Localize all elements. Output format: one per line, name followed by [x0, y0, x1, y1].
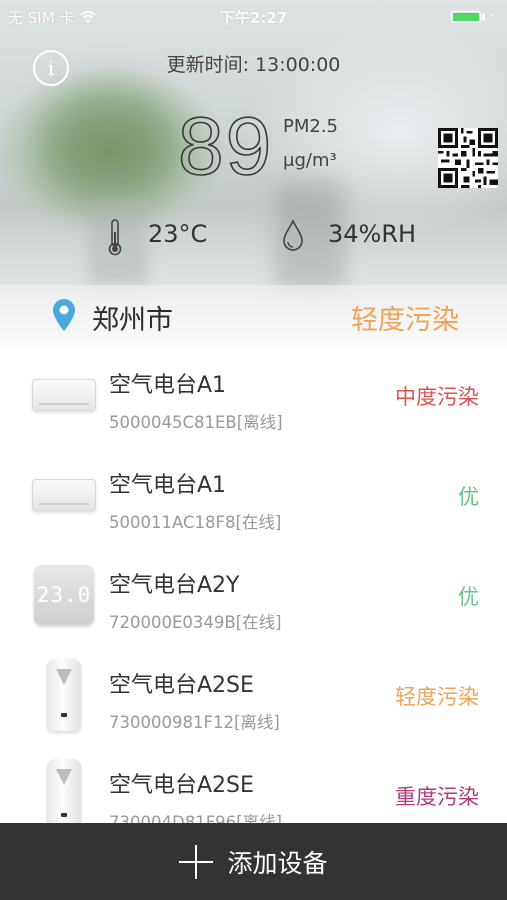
air-radio-a2se-image [47, 659, 81, 731]
humidity-value: 34%RH [328, 220, 417, 248]
pm25-label: PM2.5 [283, 116, 339, 137]
humidity-drop-icon [283, 219, 303, 251]
device-row[interactable]: 空气电台A2SE 730000981F12[离线] 轻度污染 [0, 645, 507, 745]
temperature-value: 23°C [148, 220, 208, 248]
device-name: 空气电台A1 [109, 473, 227, 498]
device-name: 空气电台A2Y [109, 573, 240, 598]
device-id: 5000045C81EB[离线] [109, 413, 283, 432]
clock-time: 下午2:27 [219, 8, 288, 27]
pm25-unit: μg/m³ [283, 150, 337, 171]
qr-code-icon[interactable] [438, 128, 498, 188]
battery-icon [451, 11, 481, 23]
device-name: 空气电台A1 [109, 373, 227, 398]
device-status: 中度污染 [395, 385, 479, 409]
charging-icon: ⚡ [488, 9, 497, 23]
device-id: 720000E0349B[在线] [109, 613, 282, 632]
air-radio-a1-image [32, 379, 96, 411]
device-name: 空气电台A2SE [109, 673, 254, 698]
pollution-level: 轻度污染 [351, 305, 459, 336]
device-id: 730000981F12[离线] [109, 713, 280, 732]
air-radio-a1-image [32, 479, 96, 511]
add-device-label: 添加设备 [227, 848, 328, 878]
device-status: 轻度污染 [395, 685, 479, 709]
plus-icon [179, 844, 214, 879]
device-row[interactable]: 23.0 空气电台A2Y 720000E0349B[在线] 优 [0, 545, 507, 645]
device-status: 重度污染 [395, 785, 479, 809]
add-device-button[interactable]: 添加设备 [0, 823, 507, 900]
device-id: 730004D81F96[离线] [109, 813, 283, 823]
device-list: 空气电台A1 5000045C81EB[离线] 中度污染 空气电台A1 5000… [0, 345, 507, 823]
location-pin-icon [53, 299, 75, 331]
device-status: 优 [458, 485, 479, 509]
air-radio-a2y-image: 23.0 [34, 565, 94, 625]
device-row[interactable]: 空气电台A1 5000045C81EB[离线] 中度污染 [0, 345, 507, 445]
device-id: 500011AC18F8[在线] [109, 513, 282, 532]
status-bar: 无 SIM 卡 下午2:27 ⚡ [8, 4, 499, 30]
air-radio-a2se-image [47, 759, 81, 823]
city-name[interactable]: 郑州市 [92, 298, 173, 337]
device-row[interactable]: 空气电台A2SE 730004D81F96[离线] 重度污染 [0, 745, 507, 823]
thermometer-icon [108, 219, 122, 256]
device-status: 优 [458, 585, 479, 609]
update-time: 更新时间: 13:00:00 [166, 54, 341, 76]
device-row[interactable]: 空气电台A1 500011AC18F8[在线] 优 [0, 445, 507, 545]
device-name: 空气电台A2SE [109, 773, 254, 798]
pm25-value: 89 [177, 100, 274, 193]
